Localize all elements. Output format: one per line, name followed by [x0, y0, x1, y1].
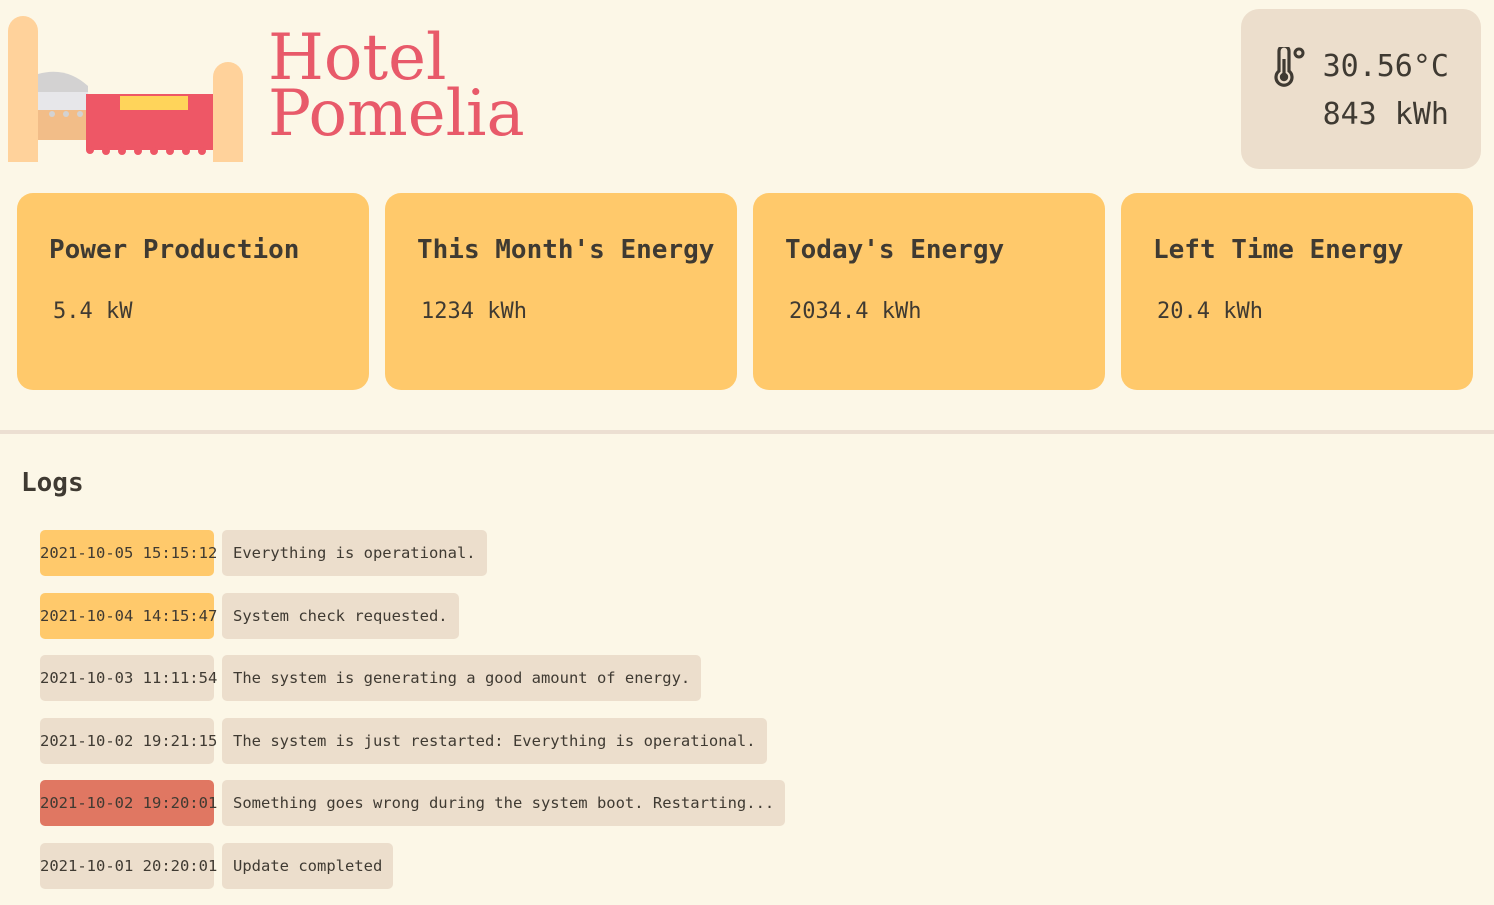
logs-title: Logs — [21, 468, 84, 498]
log-message: The system is generating a good amount o… — [222, 655, 702, 701]
bed-icon — [8, 16, 243, 162]
log-message: Update completed — [222, 842, 394, 889]
log-timestamp: 2021-10-03 11:11:54 — [40, 655, 217, 701]
log-row: 2021-10-04 14:15:47 System check request… — [40, 592, 940, 639]
log-message: System check requested. — [222, 592, 459, 639]
log-timestamp: 2021-10-01 20:20:01 — [40, 842, 217, 889]
section-divider — [0, 430, 1494, 434]
card-power-production: Power Production 5.4 kW — [17, 193, 369, 390]
log-list: 2021-10-05 15:15:12 Everything is operat… — [40, 530, 940, 905]
card-title: This Month's Energy — [417, 235, 715, 265]
card-title: Power Production — [49, 235, 300, 265]
log-timestamp: 2021-10-02 19:21:15 — [40, 717, 217, 764]
card-value: 2034.4 kWh — [789, 299, 922, 324]
log-row: 2021-10-03 11:11:54 The system is genera… — [40, 655, 940, 701]
weather-panel: 30.56°C 843 kWh — [1241, 9, 1481, 169]
log-timestamp: 2021-10-05 15:15:12 — [40, 530, 217, 576]
card-month-energy: This Month's Energy 1234 kWh — [385, 193, 737, 390]
log-message: Everything is operational. — [222, 530, 487, 576]
log-timestamp: 2021-10-04 14:15:47 — [40, 592, 217, 639]
log-row: 2021-10-01 20:20:01 Update completed — [40, 842, 940, 889]
stat-cards: Power Production 5.4 kW This Month's Ene… — [17, 193, 1473, 390]
hotel-name-line2: Pomelia — [268, 77, 525, 151]
card-value: 1234 kWh — [421, 299, 527, 324]
energy-value: 843 kWh — [1322, 97, 1449, 132]
log-row: 2021-10-05 15:15:12 Everything is operat… — [40, 530, 940, 576]
thermometer-icon — [1274, 47, 1305, 87]
log-timestamp: 2021-10-02 19:20:01 — [40, 780, 217, 826]
log-message: Something goes wrong during the system b… — [222, 780, 786, 826]
temperature-value: 30.56°C — [1322, 49, 1449, 84]
card-value: 20.4 kWh — [1157, 299, 1263, 324]
card-left-time-energy: Left Time Energy 20.4 kWh — [1121, 193, 1473, 390]
log-message: The system is just restarted: Everything… — [222, 717, 767, 764]
card-title: Left Time Energy — [1153, 235, 1404, 265]
log-row: 2021-10-02 19:20:01 Something goes wrong… — [40, 780, 940, 826]
card-title: Today's Energy — [785, 235, 1005, 265]
log-row: 2021-10-02 19:21:15 The system is just r… — [40, 717, 940, 764]
weather-values: 30.56°C 843 kWh — [1323, 43, 1449, 139]
card-value: 5.4 kW — [53, 299, 133, 324]
card-today-energy: Today's Energy 2034.4 kWh — [753, 193, 1105, 390]
hotel-name: Hotel Pomelia — [268, 26, 525, 151]
